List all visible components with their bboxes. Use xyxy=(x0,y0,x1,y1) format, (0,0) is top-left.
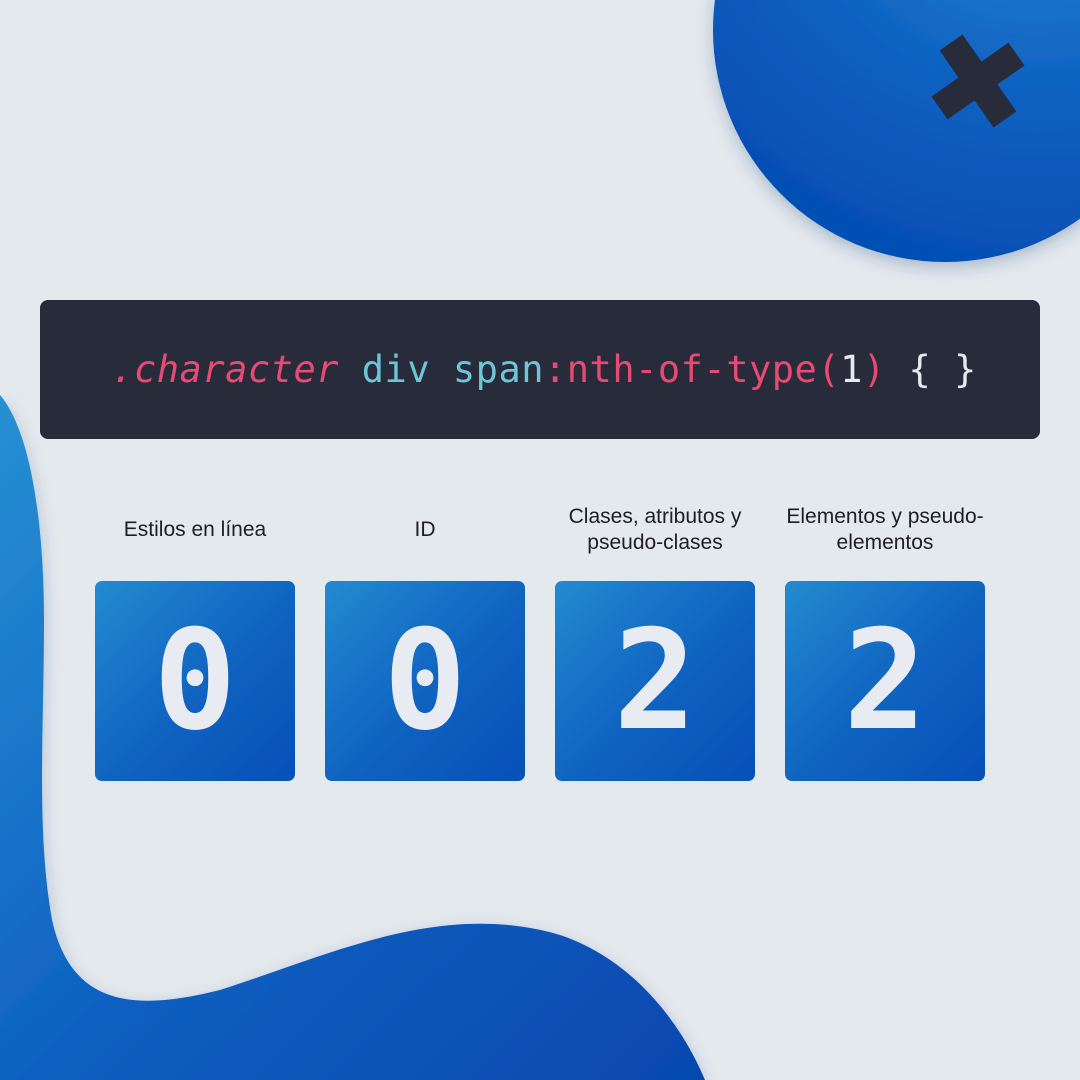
classes-count: 2 xyxy=(613,600,697,761)
id-label: ID xyxy=(414,518,436,541)
pseudo-argument: 1 xyxy=(840,348,863,391)
elements-tile: 2 xyxy=(785,581,985,781)
classes-label: Clases, atributos y pseudo-clases xyxy=(568,505,742,554)
inline-styles-count: 0 xyxy=(153,600,237,761)
inline-styles-label: Estilos en línea xyxy=(123,518,267,541)
css-selector-code: .character div span:nth-of-type(1) { } xyxy=(103,348,977,391)
classes-tile: 2 xyxy=(555,581,755,781)
inline-styles-tile: 0 xyxy=(95,581,295,781)
span-selector: span xyxy=(452,348,544,391)
braces: { } xyxy=(908,348,977,391)
paren-close: ) xyxy=(862,348,886,391)
elements-label: Elementos y pseudo-elementos xyxy=(786,505,984,554)
paren-open: ( xyxy=(817,348,841,391)
pseudo-class: :nth-of-type xyxy=(544,348,818,391)
code-panel: .character div span:nth-of-type(1) { } xyxy=(40,300,1040,439)
specificity-labels: Estilos en línea ID Clases, atributos y … xyxy=(0,500,1080,560)
class-selector: .character xyxy=(111,348,339,391)
top-right-circle-shape xyxy=(713,0,1080,262)
div-selector: div xyxy=(361,348,431,391)
id-tile: 0 xyxy=(325,581,525,781)
elements-count: 2 xyxy=(843,600,927,761)
id-count: 0 xyxy=(383,600,467,761)
